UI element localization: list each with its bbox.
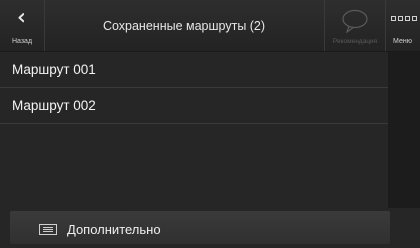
list-item[interactable]: Маршрут 002 [0,88,388,124]
speech-bubble-icon [342,9,368,33]
scrollbar[interactable] [388,52,420,208]
back-button[interactable]: ‹‹ Назад [0,0,45,51]
back-label: Назад [11,38,33,45]
more-options-label: Дополнительно [67,222,161,237]
list-icon [39,224,57,235]
menu-button[interactable]: Меню [385,0,420,51]
grid-icon [391,16,417,21]
more-options-button[interactable]: Дополнительно [10,211,390,244]
saved-routes-screen: ‹‹ Назад Сохраненные маршруты (2) Рекоме… [0,0,420,246]
route-suggestion-label: Рекомендация [332,38,378,45]
list-item[interactable]: Маршрут 001 [0,52,388,88]
menu-label: Меню [393,38,412,45]
page-title: Сохраненные маршруты (2) [102,19,266,33]
route-suggestion-button[interactable]: Рекомендация [324,0,386,51]
bottom-bar: Дополнительно [0,208,420,246]
header-bar: ‹‹ Назад Сохраненные маршруты (2) Рекоме… [0,0,420,52]
double-chevron-left-icon: ‹‹ [0,6,44,28]
routes-list: Маршрут 001 Маршрут 002 [0,52,388,124]
